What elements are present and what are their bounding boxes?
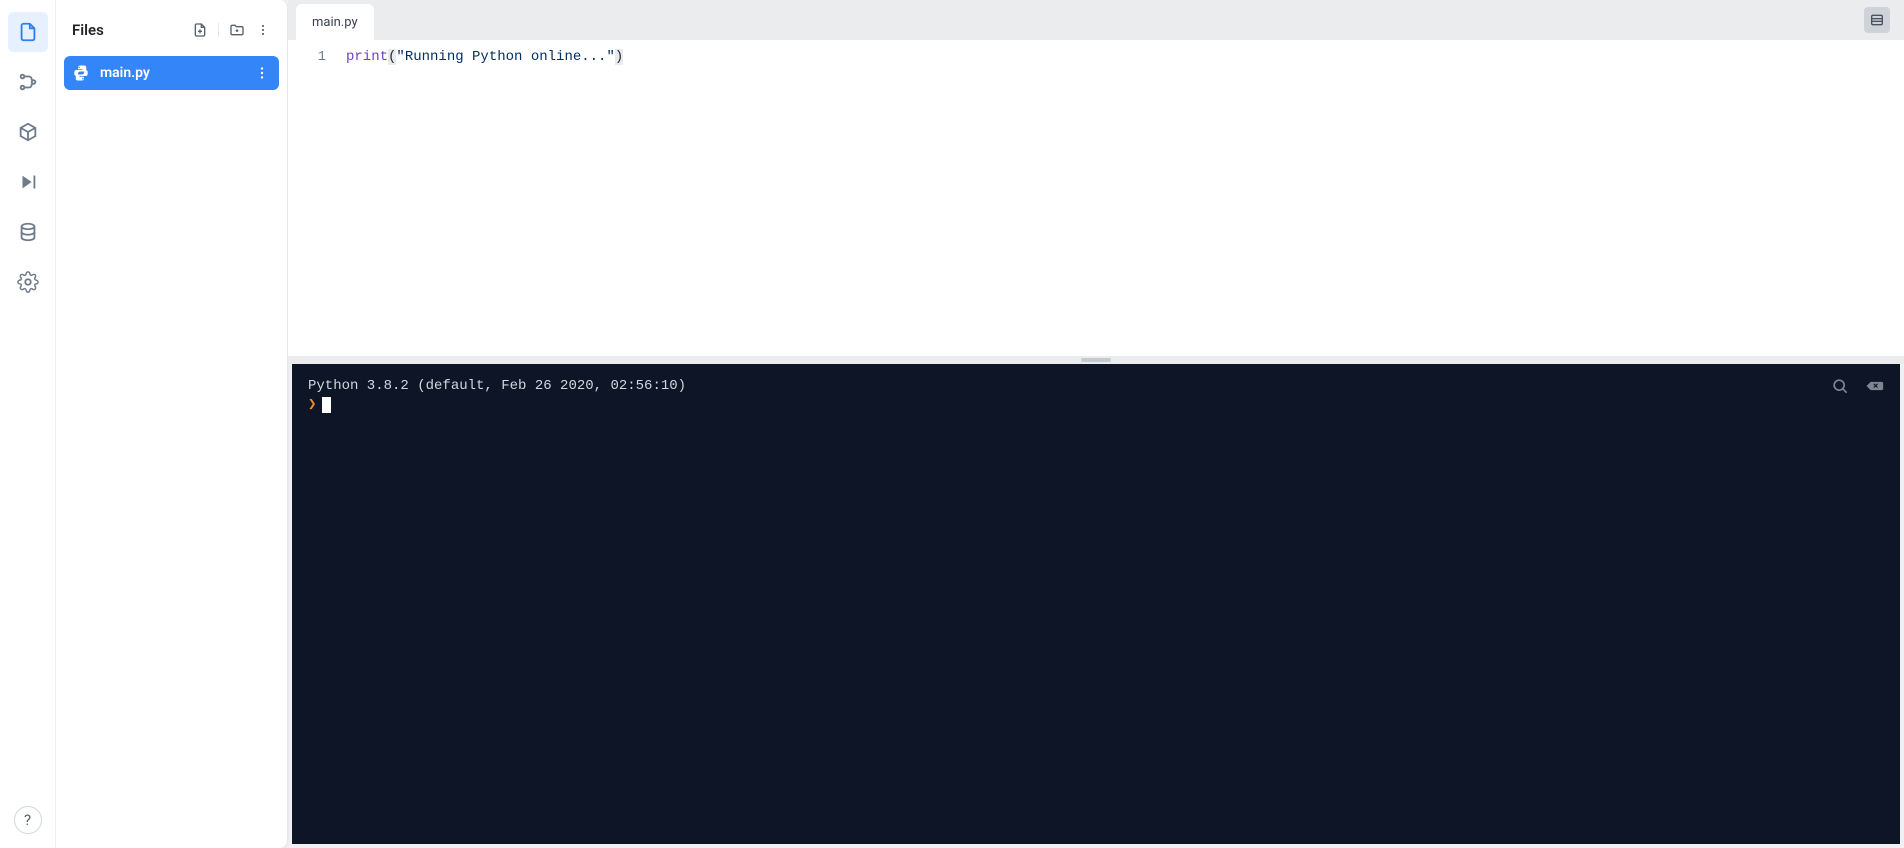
token-function: print	[346, 49, 388, 65]
new-file-icon[interactable]	[190, 20, 210, 40]
line-number: 1	[288, 46, 326, 68]
layout-button-icon[interactable]	[1864, 7, 1890, 33]
rail-packages-icon[interactable]	[8, 112, 48, 152]
files-panel: Files main.py	[56, 0, 288, 848]
rail-version-control-icon[interactable]	[8, 62, 48, 102]
rail-help-button[interactable]: ?	[14, 806, 42, 834]
tab-strip: main.py	[288, 0, 1904, 40]
console[interactable]: Python 3.8.2 (default, Feb 26 2020, 02:5…	[292, 364, 1900, 844]
token-string: "Running Python online..."	[396, 49, 614, 65]
editor-area: main.py 1 print("Running Python online..…	[288, 0, 1904, 848]
code-lines: print("Running Python online...")	[336, 40, 623, 356]
code-line: print("Running Python online...")	[346, 46, 623, 68]
console-search-icon[interactable]	[1830, 376, 1850, 396]
rail-settings-icon[interactable]	[8, 262, 48, 302]
prompt-chevron-icon: ❯	[308, 396, 316, 413]
files-panel-actions	[190, 20, 273, 40]
divider	[218, 23, 219, 37]
rail-debugger-icon[interactable]	[8, 162, 48, 202]
rail-database-icon[interactable]	[8, 212, 48, 252]
left-rail: ?	[0, 0, 56, 848]
files-panel-title: Files	[72, 21, 104, 39]
console-actions	[1830, 376, 1884, 396]
file-item-main[interactable]: main.py	[64, 56, 279, 90]
console-version-line: Python 3.8.2 (default, Feb 26 2020, 02:5…	[308, 378, 1884, 394]
python-file-icon	[72, 64, 90, 82]
file-item-more-icon[interactable]	[253, 64, 271, 82]
files-more-icon[interactable]	[253, 20, 273, 40]
files-panel-header: Files	[64, 8, 279, 56]
new-folder-icon[interactable]	[227, 20, 247, 40]
tab-main[interactable]: main.py	[296, 4, 374, 40]
console-clear-icon[interactable]	[1864, 376, 1884, 396]
code-editor[interactable]: 1 print("Running Python online...")	[288, 40, 1904, 356]
editor-gutter: 1	[288, 40, 336, 356]
console-cursor	[322, 397, 331, 413]
rail-files-icon[interactable]	[8, 12, 48, 52]
console-prompt: ❯	[308, 396, 1884, 413]
splitter[interactable]	[288, 356, 1904, 364]
file-item-label: main.py	[100, 65, 150, 81]
splitter-handle-icon	[1081, 358, 1111, 362]
token-paren-close: )	[615, 49, 623, 65]
